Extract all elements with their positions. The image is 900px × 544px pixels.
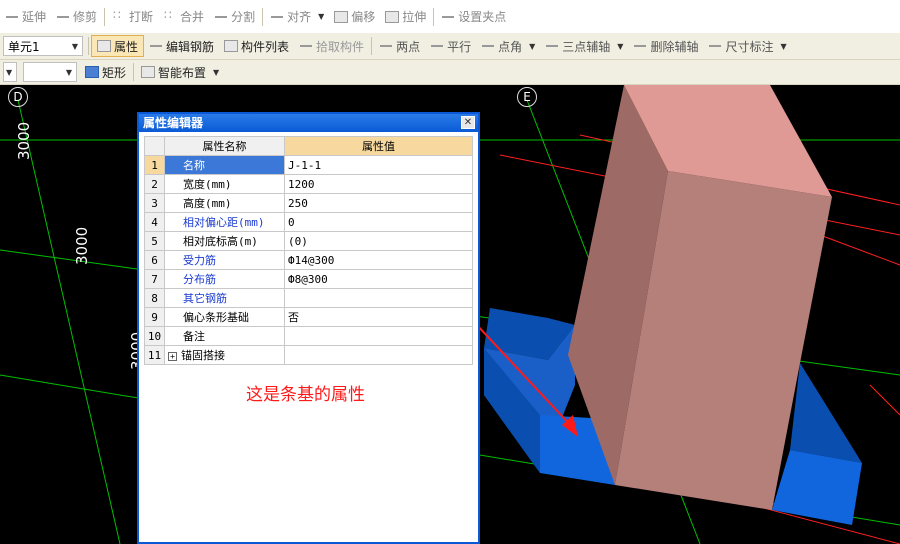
properties-button[interactable]: 属性 [91, 35, 145, 57]
property-value[interactable]: 1200 [284, 174, 473, 194]
break-button[interactable]: 打断 [107, 6, 158, 28]
rectangle-button[interactable]: 矩形 [80, 61, 131, 83]
property-value[interactable]: Ф14@300 [284, 250, 473, 270]
break-icon [112, 8, 126, 23]
align-icon [270, 11, 284, 23]
property-value[interactable]: (0) [284, 231, 473, 251]
unit-select[interactable]: 单元1 ▼ [3, 36, 83, 56]
parallel-button[interactable]: 平行 [425, 35, 476, 57]
layer-select[interactable]: ▼ [3, 62, 17, 82]
split-button[interactable]: 分割 [209, 6, 260, 28]
toolbar-separator [433, 7, 435, 26]
offset-button[interactable]: 偏移 [329, 6, 380, 28]
trim-icon [56, 11, 70, 23]
pick-icon [299, 40, 313, 52]
three-point-axis-button[interactable]: 三点辅轴 ▼ [540, 35, 628, 57]
table-row[interactable]: 5 相对底标高(m) (0) [144, 231, 473, 251]
toolbar-separator [104, 7, 106, 26]
toolbar-separator [133, 63, 135, 81]
property-grid: 属性名称 属性值 1 名称 J-1-1 2 宽度(mm) 1200 3 高度(m… [144, 136, 473, 365]
draw-toolbar: ▼ ▼ 矩形 智能布置 ▼ [0, 60, 900, 85]
trim-button[interactable]: 修剪 [51, 6, 102, 28]
row-number-header [144, 136, 165, 156]
three-point-icon [545, 40, 559, 52]
chevron-down-icon: ▼ [6, 67, 13, 77]
point-angle-icon [481, 40, 495, 52]
dimension-button[interactable]: 尺寸标注 ▼ [703, 35, 791, 57]
dimension-text: 3000 [73, 226, 91, 265]
close-icon[interactable]: ✕ [461, 116, 475, 129]
table-row[interactable]: 9 偏心条形基础 否 [144, 307, 473, 327]
smart-layout-icon [141, 66, 156, 78]
two-point-icon [379, 40, 393, 52]
grip-icon [441, 11, 455, 23]
toolbar-separator [88, 37, 89, 55]
table-row[interactable]: 1 名称 J-1-1 [144, 155, 473, 175]
rebar-icon [149, 40, 163, 52]
property-value[interactable] [284, 345, 473, 365]
edit-toolbar: 延伸 修剪 打断 合并 分割 对齐▼ 偏移 拉伸 设置夹点 [0, 0, 900, 33]
panel-titlebar[interactable]: 属性编辑器 ✕ [139, 114, 478, 132]
grid-header: 属性名称 属性值 [144, 136, 473, 156]
toolbar-separator [262, 7, 264, 26]
axis-label-e: E [517, 87, 537, 107]
rectangle-icon [85, 66, 99, 78]
name-column-header: 属性名称 [164, 136, 285, 156]
two-point-button[interactable]: 两点 [374, 35, 425, 57]
table-row[interactable]: 7 分布筋 Ф8@300 [144, 269, 473, 289]
value-column-header: 属性值 [284, 136, 473, 156]
offset-icon [334, 10, 349, 23]
table-row[interactable]: 10 备注 [144, 326, 473, 346]
merge-button[interactable]: 合并 [158, 6, 209, 28]
expand-icon[interactable]: + [168, 352, 177, 361]
property-value[interactable] [284, 288, 473, 308]
point-angle-button[interactable]: 点角 ▼ [476, 35, 540, 57]
table-row[interactable]: 8 其它钢筋 [144, 288, 473, 308]
stretch-icon [385, 10, 400, 23]
property-editor-panel: 属性编辑器 ✕ 属性名称 属性值 1 名称 J-1-1 2 宽度(mm) 120… [137, 112, 480, 544]
parallel-icon [430, 40, 444, 52]
stretch-button[interactable]: 拉伸 [380, 6, 431, 28]
table-row[interactable]: 3 高度(mm) 250 [144, 193, 473, 213]
component-toolbar: 单元1 ▼ 属性 编辑钢筋 构件列表 拾取构件 两点 平行 点角 ▼ 三点辅轴 ▼ 删… [0, 33, 900, 60]
chevron-down-icon: ▼ [71, 41, 78, 51]
extend-icon [5, 11, 19, 23]
table-row[interactable]: 4 相对偏心距(mm) 0 [144, 212, 473, 232]
extend-button[interactable]: 延伸 [0, 6, 51, 28]
property-value[interactable]: 否 [284, 307, 473, 327]
table-row[interactable]: 6 受力筋 Ф14@300 [144, 250, 473, 270]
annotation-text: 这是条基的属性 [246, 385, 365, 405]
merge-icon [163, 8, 177, 23]
pick-component-button[interactable]: 拾取构件 [294, 35, 369, 57]
property-value[interactable]: Ф8@300 [284, 269, 473, 289]
table-row[interactable]: 2 宽度(mm) 1200 [144, 174, 473, 194]
dimension-icon [708, 40, 722, 52]
panel-title: 属性编辑器 [143, 116, 204, 130]
set-grip-button[interactable]: 设置夹点 [436, 6, 511, 28]
style-select[interactable]: ▼ [23, 62, 77, 82]
smart-layout-button[interactable]: 智能布置 ▼ [136, 61, 224, 83]
toolbar-separator [371, 37, 373, 55]
delete-axis-button[interactable]: 删除辅轴 [628, 35, 703, 57]
list-icon [224, 40, 239, 52]
align-button[interactable]: 对齐 ▼ [265, 6, 329, 28]
property-value[interactable] [284, 326, 473, 346]
properties-icon [97, 40, 111, 52]
property-value[interactable]: 250 [284, 193, 473, 213]
chevron-down-icon: ▼ [65, 67, 72, 77]
split-icon [214, 11, 228, 23]
component-list-button[interactable]: 构件列表 [219, 35, 294, 57]
table-row[interactable]: 11 + 锚固搭接 [144, 345, 473, 365]
dimension-text: 3000 [15, 121, 33, 160]
property-value[interactable]: J-1-1 [284, 155, 473, 175]
delete-axis-icon [633, 40, 647, 52]
edit-rebar-button[interactable]: 编辑钢筋 [144, 35, 219, 57]
axis-label-d: D [8, 87, 28, 107]
property-value[interactable]: 0 [284, 212, 473, 232]
